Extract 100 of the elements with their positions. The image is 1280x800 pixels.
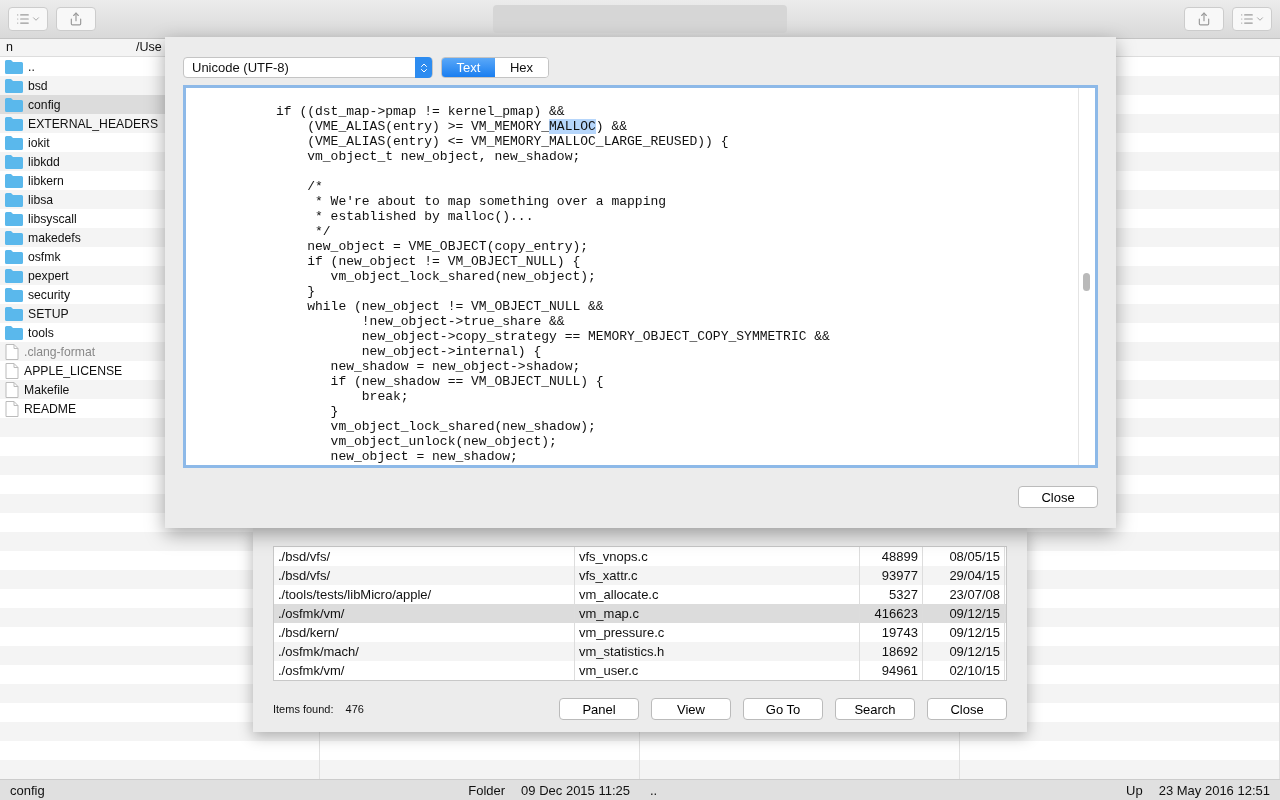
code-line: (VME_ALIAS(entry) >= VM_MEMORY_MALLOC) && [306, 119, 629, 134]
items-found-count: 476 [345, 703, 364, 715]
status-name: .. [650, 782, 659, 798]
status-name: config [10, 782, 46, 798]
name-header[interactable]: n [0, 39, 130, 56]
path-header: /Use [135, 39, 163, 56]
file-icon [5, 343, 19, 360]
code-line: vm_object_t new_object, new_shadow; [306, 149, 582, 164]
code-line: while (new_object != VM_OBJECT_NULL && [306, 299, 605, 314]
code-line: * established by malloc()... [314, 209, 535, 224]
file-name: config [28, 97, 61, 112]
file-row[interactable]: bsd [0, 76, 319, 95]
folder-icon [5, 59, 23, 74]
file-name: APPLE_LICENSE [24, 363, 123, 378]
folder-icon [5, 173, 23, 188]
file-name: EXTERNAL_HEADERS [28, 116, 159, 131]
code-line: break; [360, 389, 410, 404]
list-icon [1239, 12, 1254, 26]
code-line: vm_object_lock_shared(new_object); [329, 269, 597, 284]
folder-icon [5, 230, 23, 245]
folder-icon [5, 97, 23, 112]
code-line: } [329, 404, 340, 419]
folder-icon [5, 306, 23, 321]
folder-icon [5, 192, 23, 207]
code-line: * We're about to map something over a mapping [314, 194, 668, 209]
date-cell: 02/10/15 [923, 661, 1005, 680]
file-name: security [28, 287, 70, 302]
share-icon [69, 12, 83, 26]
view-mode-button[interactable] [1232, 7, 1272, 31]
file-name: osfmk [28, 249, 61, 264]
file-name: iokit [28, 135, 50, 150]
folder-icon [5, 268, 23, 283]
folder-icon [5, 154, 23, 169]
caret-icon [1254, 14, 1265, 24]
dialog-button[interactable]: Search [835, 698, 915, 720]
code-line: */ [314, 224, 332, 239]
text-view[interactable] [183, 85, 1098, 468]
file-name: SETUP [28, 306, 69, 321]
code-line: !new_object->true_share && [360, 314, 566, 329]
file-icon [5, 400, 19, 417]
file-name: makedefs [28, 230, 81, 245]
dialog-button[interactable]: View [651, 698, 731, 720]
dialog-button[interactable]: Close [927, 698, 1007, 720]
code-line: new_shadow = new_object->shadow; [329, 359, 582, 374]
code-line: } [306, 284, 316, 299]
filename-cell: vm_user.c [575, 661, 860, 680]
folder-icon [5, 211, 23, 226]
code-line: new_object->internal) { [360, 344, 543, 359]
code-line: new_object = new_shadow; [329, 449, 519, 464]
status-type: Up [1126, 782, 1143, 798]
file-row[interactable]: README [0, 399, 319, 418]
code-line: (VME_ALIAS(entry) <= VM_MEMORY_MALLOC_LARGE_REUSED)) { [306, 134, 730, 149]
folder-icon [5, 78, 23, 93]
file-name: Makefile [24, 382, 70, 397]
list-icon [15, 12, 30, 26]
file-name: tools [28, 325, 54, 340]
file-row[interactable]: tools [0, 323, 319, 342]
folder-icon [5, 325, 23, 340]
file-row[interactable]: pexpert [0, 266, 319, 285]
close-button[interactable]: Close [1018, 486, 1098, 508]
status-date: 09 Dec 2015 11:25 [521, 782, 630, 798]
code-line: /* [306, 179, 324, 194]
file-row[interactable]: APPLE_LICENSE [0, 361, 319, 380]
file-name: README [24, 401, 77, 416]
code-line: vm_object_lock_shared(new_shadow); [329, 419, 597, 434]
items-found-label: Items found: [273, 703, 334, 715]
folder-icon [5, 116, 23, 131]
status-type: Folder [468, 782, 506, 798]
scrollbar-thumb[interactable] [1083, 273, 1090, 291]
file-name: bsd [28, 78, 48, 93]
dialog-button[interactable]: Go To [743, 698, 823, 720]
file-name: libkern [28, 173, 64, 188]
folder-icon [5, 135, 23, 150]
caret-icon [30, 14, 41, 24]
file-name: libsyscall [28, 211, 77, 226]
dialog-button[interactable]: Panel [559, 698, 639, 720]
result-row[interactable]: ./bsd/vfs/ vfs_xattr.c 93977 29/04/15 [274, 566, 1006, 585]
file-name: pexpert [28, 268, 69, 283]
mode-tab[interactable]: Hex [495, 58, 548, 77]
file-icon [5, 362, 19, 379]
result-row[interactable]: ./osfmk/mach/ vm_statistics.h 18692 09/12/15 [274, 642, 1006, 661]
code-line: if (new_object != VM_OBJECT_NULL) { [306, 254, 582, 269]
code-line: if (new_shadow == VM_OBJECT_NULL) { [329, 374, 605, 389]
code-line: new_object->copy_strategy == MEMORY_OBJECT_COPY_SYMMETRIC && [360, 329, 831, 344]
encoding-select[interactable]: Unicode (UTF-8) [183, 57, 433, 78]
file-row[interactable]: Makefile [0, 380, 319, 399]
view-mode-button[interactable] [8, 7, 48, 31]
path-cell: ./osfmk/vm/ [274, 661, 575, 680]
file-icon [5, 381, 19, 398]
file-name: .. [28, 59, 35, 74]
file-name: libsa [28, 192, 54, 207]
share-button[interactable] [1184, 7, 1224, 31]
result-row[interactable]: ./osfmk/vm/ vm_map.c 416623 09/12/15 [274, 604, 1006, 623]
code-line: vm_object_unlock(new_object); [329, 434, 558, 449]
code-line: new_object = VME_OBJECT(copy_entry); [306, 239, 590, 254]
share-icon [1197, 12, 1211, 26]
size-cell: 94961 [860, 661, 923, 680]
share-button[interactable] [56, 7, 96, 31]
folder-icon [5, 287, 23, 302]
folder-icon [5, 249, 23, 264]
